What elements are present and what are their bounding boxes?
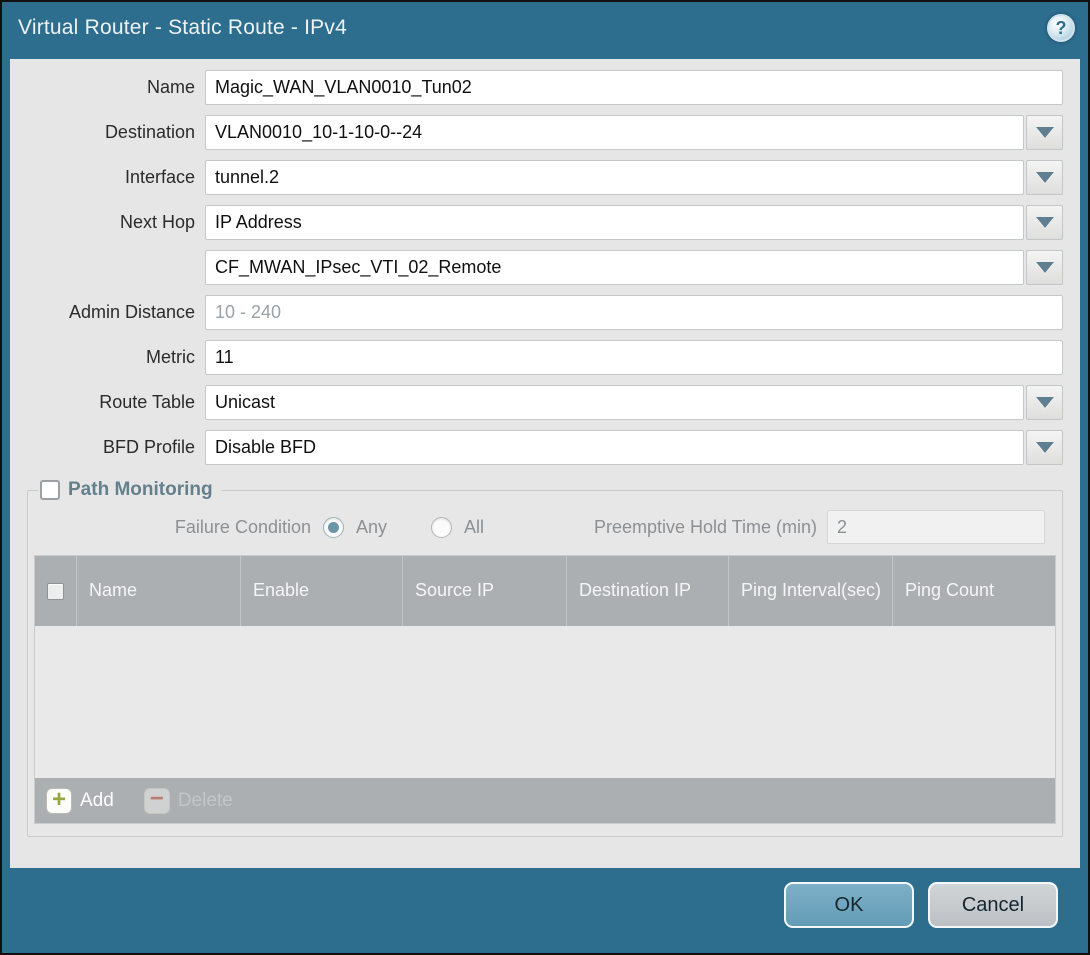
route-table-label: Route Table [10, 392, 205, 413]
help-button[interactable]: ? [1047, 14, 1075, 42]
path-monitoring-title: Path Monitoring [68, 479, 213, 501]
column-header-destination-ip[interactable]: Destination IP [566, 556, 728, 626]
delete-button-label: Delete [178, 790, 233, 812]
bfd-profile-label: BFD Profile [10, 437, 205, 458]
path-monitoring-legend: Path Monitoring [38, 479, 221, 501]
bottom-bar: OK Cancel [2, 868, 1088, 953]
metric-input[interactable] [205, 340, 1063, 375]
interface-label: Interface [10, 167, 205, 188]
add-button-label: Add [80, 790, 114, 812]
admin-distance-input[interactable] [205, 295, 1063, 330]
form-row-admin-distance: Admin Distance [10, 295, 1063, 330]
preemptive-hold-time-input[interactable] [827, 510, 1045, 544]
column-header-ping-interval[interactable]: Ping Interval(sec) [728, 556, 892, 626]
next-hop-label: Next Hop [10, 212, 205, 233]
form-row-name: Name [10, 70, 1063, 105]
next-hop-type-input[interactable] [205, 205, 1024, 240]
form-row-bfd-profile: BFD Profile [10, 430, 1063, 465]
interface-dropdown-button[interactable] [1026, 160, 1063, 195]
column-header-ping-count[interactable]: Ping Count [892, 556, 1055, 626]
next-hop-address-input[interactable] [205, 250, 1024, 285]
admin-distance-label: Admin Distance [10, 302, 205, 323]
column-header-source-ip[interactable]: Source IP [402, 556, 566, 626]
plus-icon: + [46, 788, 72, 814]
column-header-name[interactable]: Name [76, 556, 240, 626]
failure-condition-label: Failure Condition [33, 517, 323, 538]
radio-dot [436, 522, 447, 533]
chevron-down-icon [1036, 217, 1054, 228]
table-body-empty [35, 626, 1055, 778]
failure-condition-row: Failure Condition Any All Preemptive Hol… [33, 509, 1045, 545]
table-footer: + Add − Delete [35, 778, 1055, 823]
chevron-down-icon [1036, 127, 1054, 138]
form-row-next-hop-address [10, 250, 1063, 285]
destination-label: Destination [10, 122, 205, 143]
ok-button[interactable]: OK [784, 882, 914, 928]
static-route-dialog: Virtual Router - Static Route - IPv4 ? N… [0, 0, 1090, 955]
select-all-checkbox-cell [35, 556, 76, 626]
add-button[interactable]: + Add [46, 788, 114, 814]
bfd-profile-input[interactable] [205, 430, 1024, 465]
question-mark-icon: ? [1056, 19, 1067, 37]
route-table-input[interactable] [205, 385, 1024, 420]
preemptive-hold-time-label: Preemptive Hold Time (min) [594, 517, 827, 538]
path-monitoring-section: Path Monitoring Failure Condition Any Al… [27, 479, 1063, 837]
failure-condition-any-label: Any [356, 517, 387, 538]
form-row-interface: Interface [10, 160, 1063, 195]
column-header-enable[interactable]: Enable [240, 556, 402, 626]
minus-icon: − [144, 788, 170, 814]
route-table-dropdown-button[interactable] [1026, 385, 1063, 420]
failure-condition-all-label: All [464, 517, 484, 538]
metric-label: Metric [10, 347, 205, 368]
cancel-button[interactable]: Cancel [928, 882, 1058, 928]
form-row-destination: Destination [10, 115, 1063, 150]
name-label: Name [10, 77, 205, 98]
path-monitoring-table: Name Enable Source IP Destination IP Pin… [34, 555, 1056, 824]
radio-dot [328, 522, 339, 533]
dialog-content: Name Destination Interface Next Hop [10, 59, 1080, 868]
table-header-row: Name Enable Source IP Destination IP Pin… [35, 556, 1055, 626]
dialog-title: Virtual Router - Static Route - IPv4 [18, 16, 347, 40]
path-monitoring-checkbox[interactable] [40, 480, 60, 500]
chevron-down-icon [1036, 262, 1054, 273]
destination-dropdown-button[interactable] [1026, 115, 1063, 150]
next-hop-type-dropdown-button[interactable] [1026, 205, 1063, 240]
failure-condition-all-radio[interactable] [431, 517, 452, 538]
chevron-down-icon [1036, 397, 1054, 408]
form-row-next-hop: Next Hop [10, 205, 1063, 240]
title-bar: Virtual Router - Static Route - IPv4 ? [2, 2, 1088, 59]
next-hop-address-dropdown-button[interactable] [1026, 250, 1063, 285]
chevron-down-icon [1036, 442, 1054, 453]
interface-input[interactable] [205, 160, 1024, 195]
name-input[interactable] [205, 70, 1063, 105]
bfd-profile-dropdown-button[interactable] [1026, 430, 1063, 465]
form-row-route-table: Route Table [10, 385, 1063, 420]
select-all-checkbox[interactable] [47, 583, 64, 600]
failure-condition-any-radio[interactable] [323, 517, 344, 538]
destination-input[interactable] [205, 115, 1024, 150]
delete-button[interactable]: − Delete [144, 788, 233, 814]
form-row-metric: Metric [10, 340, 1063, 375]
chevron-down-icon [1036, 172, 1054, 183]
